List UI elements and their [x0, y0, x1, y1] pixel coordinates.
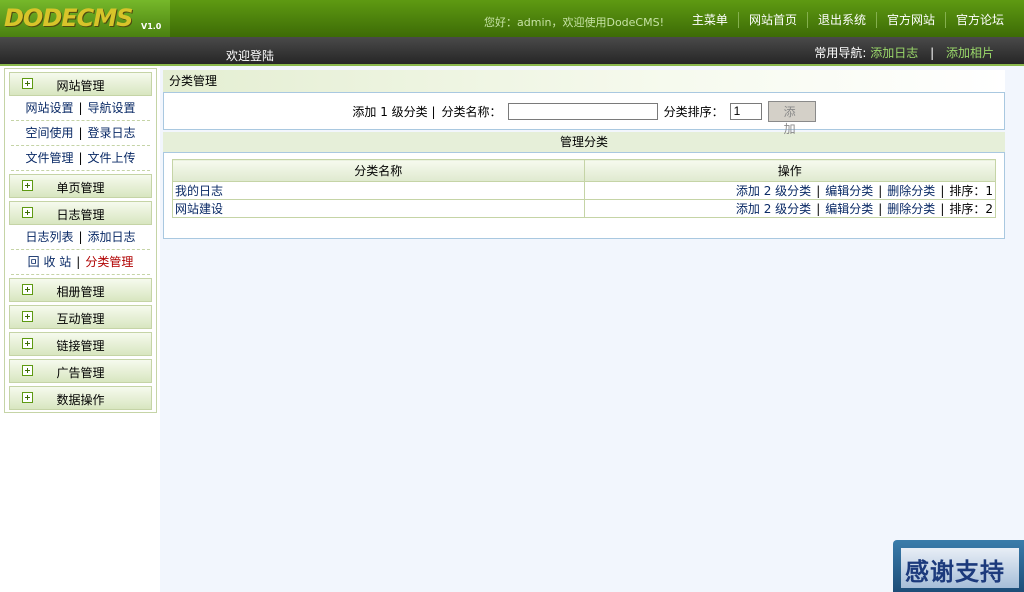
actions-cell: 添加 2 级分类 | 编辑分类 | 删除分类 | 排序：1: [583, 181, 996, 200]
section-log-management[interactable]: 日志管理: [9, 201, 152, 225]
link-nav-settings[interactable]: 导航设置: [88, 96, 136, 120]
link-category-management[interactable]: 分类管理: [85, 250, 133, 274]
section-label: 数据操作: [56, 393, 105, 407]
section-album[interactable]: 相册管理: [9, 278, 152, 302]
add-button[interactable]: 添 加: [767, 100, 816, 136]
section-site-management[interactable]: 网站管理: [9, 72, 152, 96]
section-label: 网站管理: [56, 79, 105, 93]
sort-order: 排序：1: [949, 184, 993, 198]
pipe-separator: |: [878, 202, 883, 216]
link-row: 空间使用 | 登录日志: [11, 121, 150, 146]
link-file-management[interactable]: 文件管理: [25, 146, 73, 170]
pipe-separator: |: [76, 255, 81, 269]
section-label: 单页管理: [56, 181, 105, 195]
category-name-link[interactable]: 我的日志: [175, 184, 223, 198]
thanks-badge[interactable]: 感谢支持: [893, 540, 1024, 592]
top-header: DODECMS V1.0 您好：admin，欢迎使用DodeCMS! 主菜单 网…: [0, 0, 1024, 37]
welcome-label: 欢迎登陆: [226, 49, 275, 63]
category-order-label: 分类排序：: [663, 104, 724, 119]
category-name-input[interactable]: [507, 102, 658, 120]
pipe-separator: |: [78, 151, 83, 165]
link-add-log[interactable]: 添加日志: [88, 225, 136, 249]
category-name-label: 分类名称：: [441, 104, 502, 119]
category-name-cell: 网站建设: [172, 199, 585, 218]
link-recycle-bin[interactable]: 回 收 站: [28, 250, 72, 274]
column-header-actions: 操作: [583, 159, 996, 182]
top-nav: 主菜单 网站首页 退出系统 官方网站 官方论坛: [682, 12, 1014, 28]
logo-version: V1.0: [141, 22, 162, 31]
table-row: 我的日志 添加 2 级分类 | 编辑分类 | 删除分类 | 排序：1: [172, 181, 996, 200]
sidebar: 网站管理 网站设置 | 导航设置 空间使用 | 登录日志 文件管理 | 文件上传 单页管理 …: [4, 68, 157, 413]
delete-category-link[interactable]: 删除分类: [887, 184, 935, 198]
link-login-log[interactable]: 登录日志: [88, 121, 136, 145]
add-subcategory-link[interactable]: 添加 2 级分类: [736, 184, 811, 198]
section-label: 链接管理: [56, 339, 105, 353]
pipe-separator: |: [940, 202, 945, 216]
category-name-cell: 我的日志: [172, 181, 585, 200]
pipe-separator: |: [78, 230, 83, 244]
edit-category-link[interactable]: 编辑分类: [825, 202, 873, 216]
link-row: 日志列表 | 添加日志: [11, 225, 150, 250]
column-header-name: 分类名称: [172, 159, 585, 182]
level-label: 添加 1 级分类 |: [352, 104, 436, 119]
badge-text: 感谢支持: [905, 558, 1005, 586]
section-links[interactable]: 链接管理: [9, 332, 152, 356]
nav-official-site[interactable]: 官方网站: [875, 12, 945, 28]
link-space-usage[interactable]: 空间使用: [25, 121, 73, 145]
sidebar-column: 网站管理 网站设置 | 导航设置 空间使用 | 登录日志 文件管理 | 文件上传 单页管理 …: [0, 66, 160, 592]
logo: DODECMS V1.0: [0, 0, 170, 37]
quick-link-add-log[interactable]: 添加日志: [870, 46, 918, 60]
add-subcategory-link[interactable]: 添加 2 级分类: [736, 202, 811, 216]
actions-cell: 添加 2 级分类 | 编辑分类 | 删除分类 | 排序：2: [583, 199, 996, 218]
page-title: 分类管理: [163, 70, 1005, 92]
quick-nav: 常用导航: 添加日志 | 添加相片: [814, 44, 994, 61]
add-category-form: 添加 1 级分类 | 分类名称： 分类排序： 添 加: [163, 92, 1005, 136]
section-label: 相册管理: [56, 285, 105, 299]
sort-order: 排序：2: [949, 202, 993, 216]
manage-category-title: 管理分类: [163, 132, 1005, 152]
section-ads[interactable]: 广告管理: [9, 359, 152, 383]
nav-logout[interactable]: 退出系统: [806, 12, 876, 28]
section-single-page[interactable]: 单页管理: [9, 174, 152, 198]
section-interaction[interactable]: 互动管理: [9, 305, 152, 329]
logo-text: DODECMS: [4, 4, 133, 32]
section-label: 互动管理: [56, 312, 105, 326]
category-table-wrapper: 分类名称 操作 我的日志 添加 2 级分类 | 编辑分类 | 删除分类 | 排序：1 网站建…: [163, 152, 1005, 239]
link-log-list[interactable]: 日志列表: [25, 225, 73, 249]
link-row: 回 收 站 | 分类管理: [11, 250, 150, 275]
nav-official-forum[interactable]: 官方论坛: [944, 12, 1014, 28]
category-table: 分类名称 操作 我的日志 添加 2 级分类 | 编辑分类 | 删除分类 | 排序：1 网站建…: [172, 159, 996, 218]
pipe-separator: |: [816, 202, 821, 216]
quick-nav-separator: |: [930, 46, 935, 60]
section-label: 广告管理: [56, 366, 105, 380]
pipe-separator: |: [78, 101, 83, 115]
pipe-separator: |: [78, 126, 83, 140]
link-row: 文件管理 | 文件上传: [11, 146, 150, 171]
link-file-upload[interactable]: 文件上传: [88, 146, 136, 170]
pipe-separator: |: [878, 184, 883, 198]
table-row: 网站建设 添加 2 级分类 | 编辑分类 | 删除分类 | 排序：2: [172, 199, 996, 218]
pipe-separator: |: [940, 184, 945, 198]
user-greeting: 您好：admin，欢迎使用DodeCMS!: [484, 16, 664, 29]
category-name-link[interactable]: 网站建设: [175, 202, 223, 216]
delete-category-link[interactable]: 删除分类: [887, 202, 935, 216]
edit-category-link[interactable]: 编辑分类: [825, 184, 873, 198]
category-order-input[interactable]: [729, 102, 762, 120]
table-header-row: 分类名称 操作: [172, 159, 996, 182]
section-data-operations[interactable]: 数据操作: [9, 386, 152, 410]
section-label: 日志管理: [56, 208, 105, 222]
link-row: 网站设置 | 导航设置: [11, 96, 150, 121]
sub-header: 欢迎登陆 常用导航: 添加日志 | 添加相片: [0, 37, 1024, 66]
main-content: 分类管理 添加 1 级分类 | 分类名称： 分类排序： 添 加 管理分类 分类名…: [163, 70, 1005, 239]
nav-main-menu[interactable]: 主菜单: [682, 12, 738, 28]
pipe-separator: |: [816, 184, 821, 198]
link-site-settings[interactable]: 网站设置: [25, 96, 73, 120]
quick-link-add-photo[interactable]: 添加相片: [946, 46, 994, 60]
quick-nav-label: 常用导航:: [814, 46, 867, 60]
nav-site-home[interactable]: 网站首页: [737, 12, 807, 28]
